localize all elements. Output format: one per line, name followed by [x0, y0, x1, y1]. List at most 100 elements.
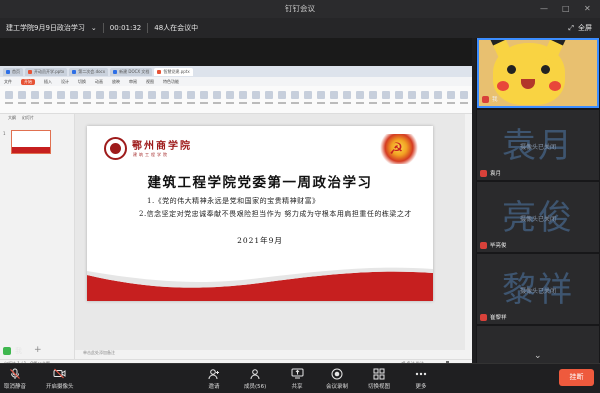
- ribbon-button[interactable]: [68, 90, 79, 109]
- ribbon-button[interactable]: [159, 90, 170, 109]
- ribbon-button[interactable]: [237, 90, 248, 109]
- mic-muted-icon: [480, 241, 487, 249]
- ribbon-button[interactable]: [276, 90, 287, 109]
- share-button[interactable]: 共享: [290, 367, 304, 390]
- ribbon-button[interactable]: [289, 90, 300, 109]
- share-label: 共享: [291, 384, 303, 390]
- wps-tab[interactable]: 新建 DOCX 文档: [110, 67, 153, 76]
- ribbon-button[interactable]: [250, 90, 261, 109]
- participant-tile[interactable]: 亮俊 摄像头已关闭 毕亮俊: [477, 182, 599, 252]
- ribbon-button[interactable]: [133, 90, 144, 109]
- school-seal-icon: [104, 137, 127, 160]
- participant-tile[interactable]: 黎祥 摄像头已关闭 崔黎祥: [477, 254, 599, 324]
- slide-canvas: 鄂州商学院 建筑工程学院 ☭ 建筑工程学院党委第一周政治学习 1.《党的伟大精神…: [75, 114, 465, 359]
- wps-tab[interactable]: 第二次会.docx: [69, 67, 109, 76]
- menu-transition[interactable]: 切换: [78, 79, 86, 85]
- menu-slideshow[interactable]: 放映: [112, 79, 120, 85]
- ribbon-button[interactable]: [315, 90, 326, 109]
- ribbon-button[interactable]: [107, 90, 118, 109]
- scroll-down-chevron-icon[interactable]: ⌄: [534, 351, 542, 361]
- ribbon-button[interactable]: [302, 90, 313, 109]
- camera-status: 摄像头已关闭: [519, 288, 556, 295]
- ribbon-button[interactable]: [419, 90, 430, 109]
- ribbon-button[interactable]: [146, 90, 157, 109]
- menu-review[interactable]: 审阅: [129, 79, 137, 85]
- meeting-name-dropdown[interactable]: 建工学院9月9日政治学习 ⌄: [0, 18, 103, 38]
- menu-features[interactable]: 特色功能: [163, 79, 179, 85]
- participant-caption: 袁月: [480, 169, 501, 177]
- party-emblem-icon: ☭: [380, 134, 418, 164]
- menu-animation[interactable]: 动画: [95, 79, 103, 85]
- ribbon-button[interactable]: [16, 90, 27, 109]
- ribbon-button[interactable]: [185, 90, 196, 109]
- mute-button[interactable]: 取消静音: [4, 367, 26, 390]
- participant-tile[interactable]: 袁月 摄像头已关闭 袁月: [477, 110, 599, 180]
- ribbon-button[interactable]: [172, 90, 183, 109]
- menu-view[interactable]: 视图: [146, 79, 154, 85]
- menu-design[interactable]: 设计: [61, 79, 69, 85]
- vertical-scrollbar[interactable]: [465, 114, 472, 359]
- wps-tab[interactable]: 首页: [3, 67, 23, 76]
- camera-label: 开启摄像头: [46, 384, 74, 390]
- ribbon-button[interactable]: [55, 90, 66, 109]
- mic-muted-icon: [480, 313, 487, 321]
- fullscreen-button[interactable]: ⤢ 全屏: [568, 18, 592, 38]
- ribbon-button[interactable]: [367, 90, 378, 109]
- ribbon-button[interactable]: [263, 90, 274, 109]
- members-button[interactable]: 成员(56): [244, 367, 266, 390]
- ribbon-button[interactable]: [29, 90, 40, 109]
- minimize-icon[interactable]: —: [540, 4, 548, 13]
- school-subtitle: 建筑工程学院: [133, 152, 169, 157]
- tab-label: 第二次会.docx: [78, 68, 106, 74]
- menu-insert[interactable]: 插入: [44, 79, 52, 85]
- camera-button[interactable]: 开启摄像头: [46, 367, 74, 390]
- record-button[interactable]: 会议录制: [326, 367, 348, 390]
- switch-view-button[interactable]: 切换视图: [368, 367, 390, 390]
- ribbon-button[interactable]: [120, 90, 131, 109]
- ribbon-button[interactable]: [393, 90, 404, 109]
- wps-tab-active[interactable]: 智慧党建.pptx: [154, 67, 193, 76]
- ribbon-button[interactable]: [380, 90, 391, 109]
- meeting-info-bar: 建工学院9月9日政治学习 ⌄ 00:01:32 48人在会议中 ⤢ 全屏: [0, 18, 600, 38]
- current-speaker: 我: [3, 346, 22, 356]
- more-icon: [414, 367, 428, 380]
- more-button[interactable]: 更多: [414, 367, 428, 390]
- slide-date: 2021年9月: [237, 236, 283, 245]
- maximize-icon[interactable]: □: [562, 4, 570, 13]
- ribbon-button[interactable]: [198, 90, 209, 109]
- add-slide-button[interactable]: +: [34, 345, 42, 355]
- ribbon-button[interactable]: [94, 90, 105, 109]
- meeting-name: 建工学院9月9日政治学习: [6, 24, 85, 32]
- ribbon-button[interactable]: [406, 90, 417, 109]
- tab-label: 首页: [12, 68, 20, 74]
- ribbon-button[interactable]: [341, 90, 352, 109]
- ribbon-button[interactable]: [445, 90, 456, 109]
- doc-icon: [72, 69, 77, 74]
- tab-outline[interactable]: 大纲: [8, 115, 16, 121]
- ppt-icon: [157, 69, 162, 74]
- notes-area[interactable]: 单击此处添加备注: [75, 350, 465, 359]
- slide[interactable]: 鄂州商学院 建筑工程学院 ☭ 建筑工程学院党委第一周政治学习 1.《党的伟大精神…: [87, 126, 433, 301]
- menu-file[interactable]: 文件: [4, 79, 12, 85]
- leave-meeting-button[interactable]: 挂断: [559, 369, 594, 386]
- participant-tile[interactable]: 我: [477, 38, 599, 108]
- close-icon[interactable]: ✕: [584, 4, 591, 13]
- invite-button[interactable]: 邀请: [207, 367, 221, 390]
- ribbon-button[interactable]: [224, 90, 235, 109]
- thumb-tabs: 大纲 幻灯片: [0, 114, 74, 121]
- ribbon-button[interactable]: [328, 90, 339, 109]
- ribbon-button[interactable]: [42, 90, 53, 109]
- wps-tab[interactable]: 开动员开学.pptx: [25, 67, 68, 76]
- ribbon-button[interactable]: [432, 90, 443, 109]
- menu-home[interactable]: 开始: [21, 78, 35, 85]
- ribbon-button[interactable]: [458, 90, 469, 109]
- school-name: 鄂州商学院: [132, 141, 192, 152]
- participant-count[interactable]: 48人在会议中: [148, 18, 204, 38]
- ribbon-button[interactable]: [211, 90, 222, 109]
- camera-status: 摄像头已关闭: [519, 144, 556, 151]
- tab-slides[interactable]: 幻灯片: [22, 115, 34, 121]
- ribbon-button[interactable]: [354, 90, 365, 109]
- ribbon-button[interactable]: [3, 90, 14, 109]
- slide-thumbnail[interactable]: 1: [3, 130, 51, 154]
- ribbon-button[interactable]: [81, 90, 92, 109]
